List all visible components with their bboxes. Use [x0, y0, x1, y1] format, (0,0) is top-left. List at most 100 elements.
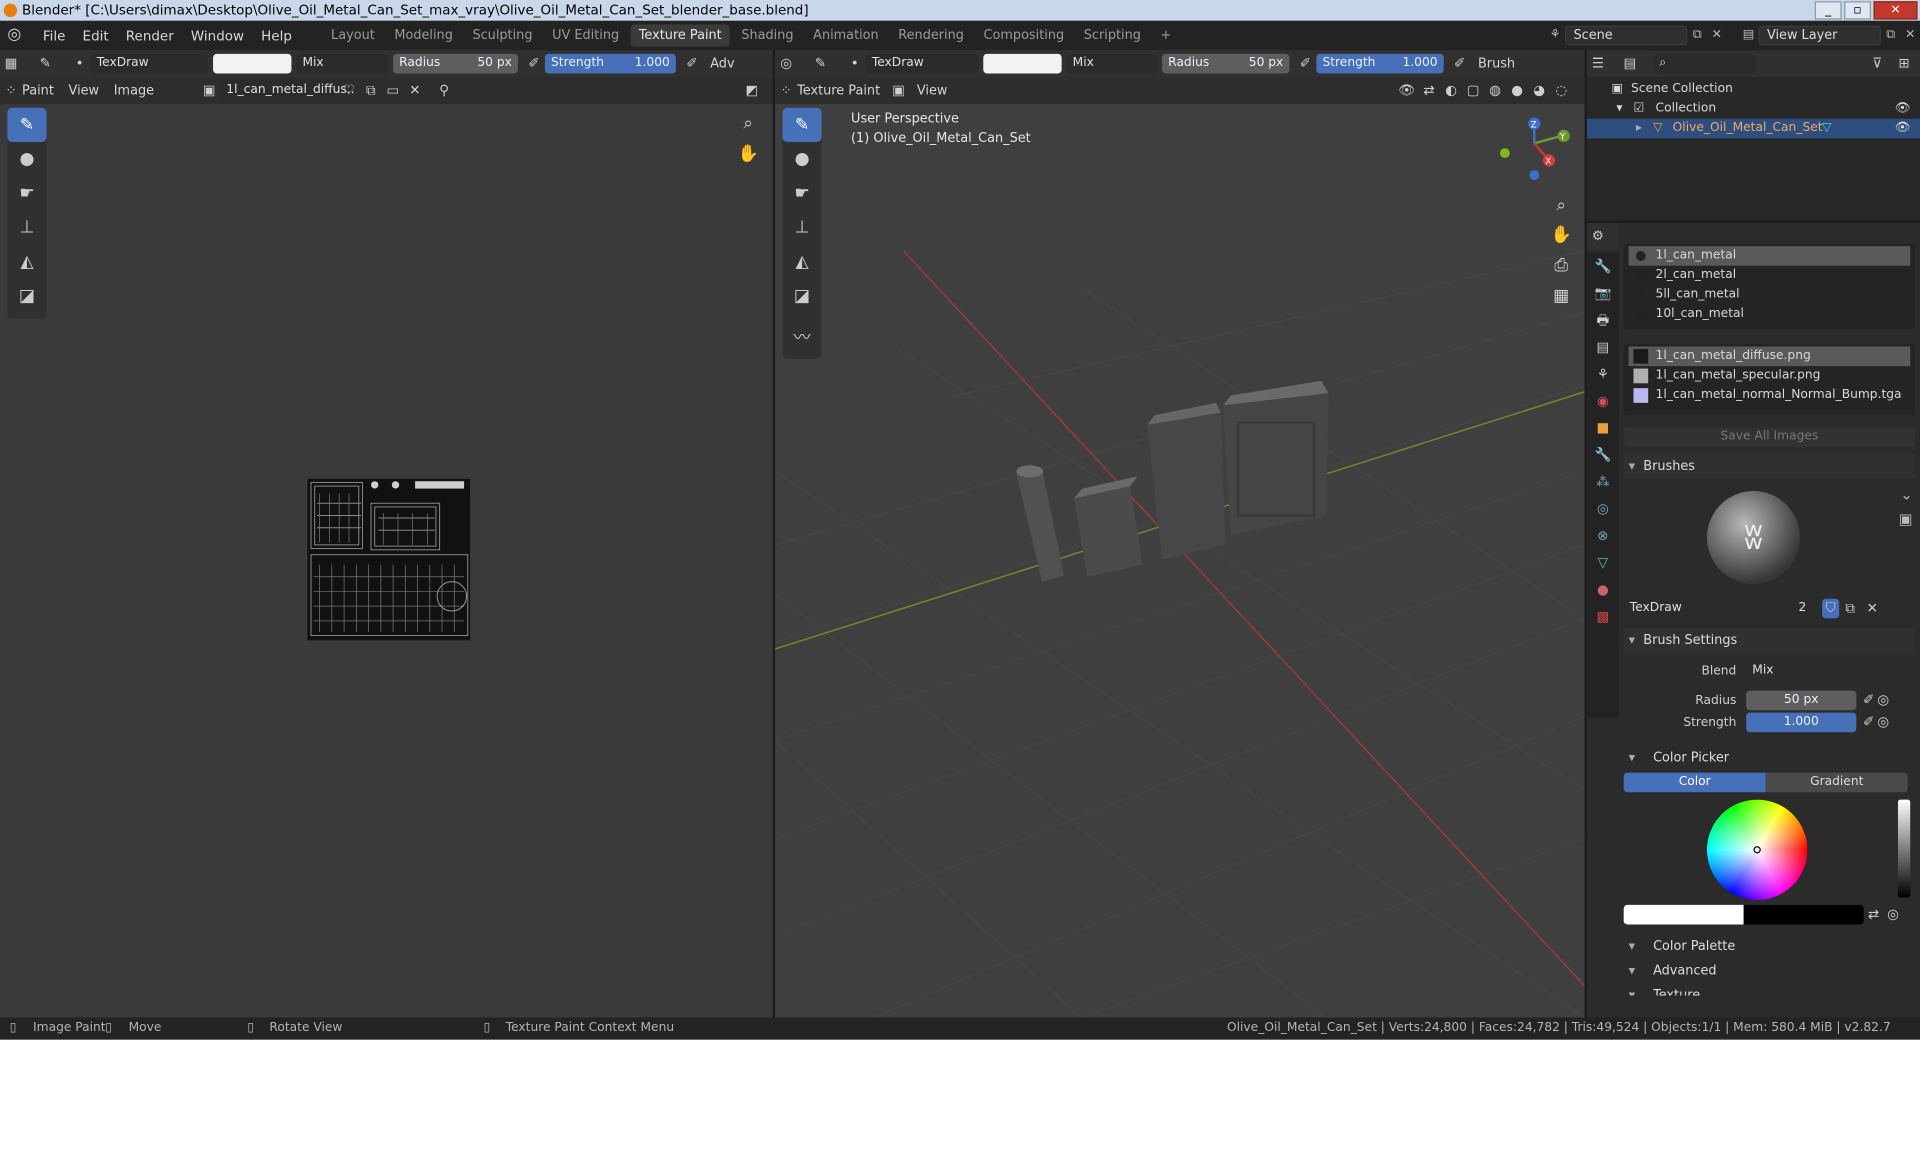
physics-tab-icon[interactable]: ◎ — [1592, 500, 1614, 520]
brush-menu-chevron-icon[interactable]: ⌄ — [1900, 486, 1912, 503]
tab-layout[interactable]: Layout — [322, 24, 383, 46]
add-workspace-icon[interactable]: + — [1152, 24, 1180, 46]
maximize-button[interactable]: ▫ — [1844, 1, 1872, 20]
brush-color-swatch[interactable] — [213, 53, 292, 74]
material-slot[interactable]: 1l_can_metal — [1628, 246, 1911, 266]
constraints-tab-icon[interactable]: ⊗ — [1592, 527, 1614, 547]
strength-pressure-icon[interactable]: ✐ — [681, 54, 703, 74]
display-mode-icon[interactable]: ▤ — [1619, 54, 1641, 74]
duplicate-brush-icon[interactable]: ⧉ — [1839, 599, 1861, 619]
unlink-brush-icon[interactable]: ✕ — [1861, 599, 1883, 619]
navigation-gizmo[interactable]: Z Y X — [1498, 116, 1571, 189]
viewport-radius-slider[interactable]: Radius 50 px — [1162, 53, 1290, 74]
material-slot[interactable]: 2l_can_metal — [1629, 266, 1911, 286]
secondary-color-swatch[interactable] — [1743, 904, 1864, 925]
menu-render[interactable]: Render — [117, 28, 182, 44]
viewport-menu-view[interactable]: View — [910, 83, 955, 98]
radius-pressure-icon[interactable]: ✐ — [523, 54, 545, 74]
mask-tool-icon[interactable]: ◪ — [7, 279, 46, 313]
texture-tab-icon[interactable]: ▩ — [1592, 607, 1614, 627]
image-name-field[interactable]: 1l_can_metal_diffus.. — [220, 80, 355, 101]
strength-field[interactable]: 1.000 — [1746, 712, 1857, 733]
color-wheel-cursor[interactable] — [1753, 846, 1761, 854]
tab-scripting[interactable]: Scripting — [1075, 24, 1149, 46]
tree-object[interactable]: ▸ ▽ Olive_Oil_Metal_Can_Set ▽ 👁 — [1586, 118, 1920, 139]
value-slider[interactable] — [1897, 799, 1911, 898]
modifier-tab-icon[interactable]: 🔧 — [1592, 446, 1614, 466]
image-browse-icon[interactable]: ▣ — [198, 81, 220, 101]
minimize-button[interactable]: _ — [1814, 1, 1842, 20]
viewport-brush-name-field[interactable]: TexDraw — [865, 53, 979, 74]
radius-pressure-icon[interactable]: ✐ — [1861, 691, 1876, 711]
strength-slider[interactable]: Strength 1.000 — [544, 53, 676, 74]
new-view-layer-icon[interactable]: ⧉ — [1881, 27, 1901, 44]
collection-checkbox[interactable]: ☑ — [1633, 99, 1644, 119]
viewport-strength-pressure-icon[interactable]: ✐ — [1449, 54, 1471, 74]
delete-view-layer-icon[interactable]: ✕ — [1900, 27, 1920, 44]
brushes-section-header[interactable]: Brushes — [1623, 454, 1916, 479]
material-slot[interactable]: 5ll_can_metal — [1629, 285, 1911, 305]
tab-compositing[interactable]: Compositing — [975, 24, 1073, 46]
rendered-shading-icon[interactable]: ◌ — [1550, 81, 1572, 101]
render-tab-icon[interactable]: 📷 — [1592, 284, 1614, 304]
advanced-subsection[interactable]: Advanced — [1624, 959, 1915, 983]
brush-settings-section-header[interactable]: Brush Settings — [1623, 628, 1916, 653]
mask-toggle-icon[interactable]: ▣ — [887, 81, 909, 101]
pin-icon[interactable]: ⚲ — [433, 81, 455, 101]
image-slot[interactable]: 1l_can_metal_normal_Normal_Bump.tga — [1629, 386, 1911, 406]
menu-view[interactable]: View — [61, 83, 106, 98]
expand-arrow-icon[interactable]: ▸ — [1636, 119, 1642, 139]
material-shading-icon[interactable]: ◕ — [1528, 81, 1550, 101]
tab-modeling[interactable]: Modeling — [386, 24, 462, 46]
image-slot[interactable]: 1l_can_metal_specular.png — [1629, 366, 1911, 386]
visibility-icon[interactable]: 👁 — [1396, 81, 1418, 101]
particles-tab-icon[interactable]: ⁂ — [1592, 473, 1614, 493]
solid-shading-icon[interactable]: ● — [1506, 81, 1528, 101]
object-eye-icon[interactable]: 👁 — [1895, 119, 1911, 139]
primary-color-swatch[interactable] — [1623, 904, 1744, 925]
view-layer-icon[interactable]: ▤ — [1739, 27, 1759, 44]
texture-subsection[interactable]: Texture — [1624, 983, 1915, 995]
mode-dropdown[interactable]: Paint — [22, 83, 61, 98]
material-tab-icon[interactable]: ● — [1592, 580, 1614, 600]
scene-field[interactable]: Scene — [1564, 25, 1688, 46]
viewport-radius-pressure-icon[interactable]: ✐ — [1294, 54, 1316, 74]
scene-icon[interactable]: ⚘ — [1545, 27, 1565, 44]
brush-image-icon[interactable]: ▣ — [1899, 511, 1913, 528]
output-tab-icon[interactable]: 🖶 — [1592, 311, 1614, 331]
tab-color[interactable]: Color — [1623, 772, 1766, 793]
color-palette-subsection[interactable]: Color Palette — [1624, 934, 1915, 958]
viewport-editor-type-icon[interactable]: ◎ — [775, 54, 797, 74]
blender-menu-icon[interactable]: ◎ — [7, 26, 34, 46]
brush-name-input[interactable]: TexDraw — [1623, 598, 1783, 619]
collection-eye-icon[interactable]: 👁 — [1895, 99, 1911, 119]
perspective-toggle-icon[interactable]: ▦ — [1548, 283, 1575, 310]
radius-slider[interactable]: Radius 50 px — [393, 53, 518, 74]
view-layer-tab-icon[interactable]: ▤ — [1592, 338, 1614, 358]
radius-field[interactable]: 50 px — [1746, 690, 1857, 711]
brush-users-count[interactable]: 2 — [1787, 598, 1818, 619]
smear-tool-icon[interactable]: ☛ — [7, 176, 46, 210]
brush-menu[interactable]: Brush — [1471, 56, 1523, 71]
xray-icon[interactable]: ▢ — [1462, 81, 1484, 101]
save-all-images-button[interactable]: Save All Images — [1623, 427, 1916, 447]
tab-sculpting[interactable]: Sculpting — [464, 24, 541, 46]
fake-user-icon[interactable]: ⛉ — [1822, 598, 1840, 619]
menu-image[interactable]: Image — [106, 83, 161, 98]
menu-file[interactable]: File — [34, 28, 74, 44]
world-tab-icon[interactable]: ◉ — [1592, 392, 1614, 412]
menu-help[interactable]: Help — [253, 28, 301, 44]
filter-icon[interactable]: ⊽ — [1866, 54, 1888, 74]
overlay-toggle-icon[interactable]: ◐ — [1440, 81, 1462, 101]
properties-editor-icon[interactable]: ⚙ — [1587, 227, 1609, 247]
viewport-pan-icon[interactable]: ✋ — [1548, 222, 1575, 249]
brush-thumbnail-icon[interactable]: ʬ — [1706, 491, 1801, 585]
scene-tab-icon[interactable]: ⚘ — [1592, 365, 1614, 385]
new-collection-icon[interactable]: ⊞ — [1893, 54, 1915, 74]
viewport-color-swatch[interactable] — [983, 53, 1062, 74]
draw-tool-icon[interactable]: ✎ — [7, 107, 47, 143]
close-button[interactable]: ✕ — [1873, 1, 1918, 20]
brush-icon[interactable]: ✎ — [34, 54, 56, 74]
soften-tool-icon[interactable]: ● — [7, 142, 46, 176]
tab-gradient[interactable]: Gradient — [1765, 772, 1908, 793]
